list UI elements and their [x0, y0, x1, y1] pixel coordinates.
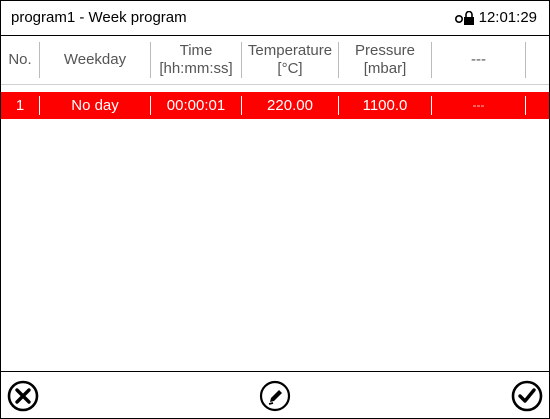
cell-pressure: 1100.0 — [362, 97, 408, 114]
cell-divider — [525, 96, 526, 115]
column-header-no: No. — [8, 51, 32, 68]
confirm-button[interactable] — [509, 378, 545, 414]
column-divider — [525, 42, 526, 78]
clock-time: 12:01:29 — [478, 9, 537, 26]
footer-toolbar — [1, 371, 549, 419]
close-circle-icon — [7, 380, 39, 412]
pencil-icon — [259, 380, 291, 412]
column-header-time: Time [hh:mm:ss] — [159, 42, 233, 77]
cell-time: 00:00:01 — [166, 97, 226, 114]
cancel-button[interactable] — [5, 378, 41, 414]
checkmark-icon — [511, 380, 543, 412]
column-header-temperature: Temperature [°C] — [247, 42, 333, 77]
column-header-extra: --- — [471, 51, 486, 68]
cell-weekday: No day — [71, 97, 119, 114]
page-title: program1 - Week program — [11, 9, 187, 26]
table-row[interactable]: 1 No day 00:00:01 220.00 1100.0 --- — [1, 92, 549, 119]
cell-no: 1 — [15, 97, 25, 114]
cell-temperature: 220.00 — [267, 97, 313, 114]
clock: 12:01:29 — [454, 9, 537, 26]
column-header-weekday: Weekday — [63, 51, 127, 68]
table-header: No. Weekday Time [hh:mm:ss] Temperature … — [1, 36, 549, 85]
screen: program1 - Week program 12:01:29 No. Wee… — [0, 0, 550, 419]
cell-extra: --- — [472, 98, 485, 112]
title-bar: program1 - Week program 12:01:29 — [1, 1, 549, 36]
column-header-pressure: Pressure [mbar] — [354, 42, 416, 77]
edit-button[interactable] — [257, 378, 293, 414]
lock-icon — [454, 10, 474, 25]
